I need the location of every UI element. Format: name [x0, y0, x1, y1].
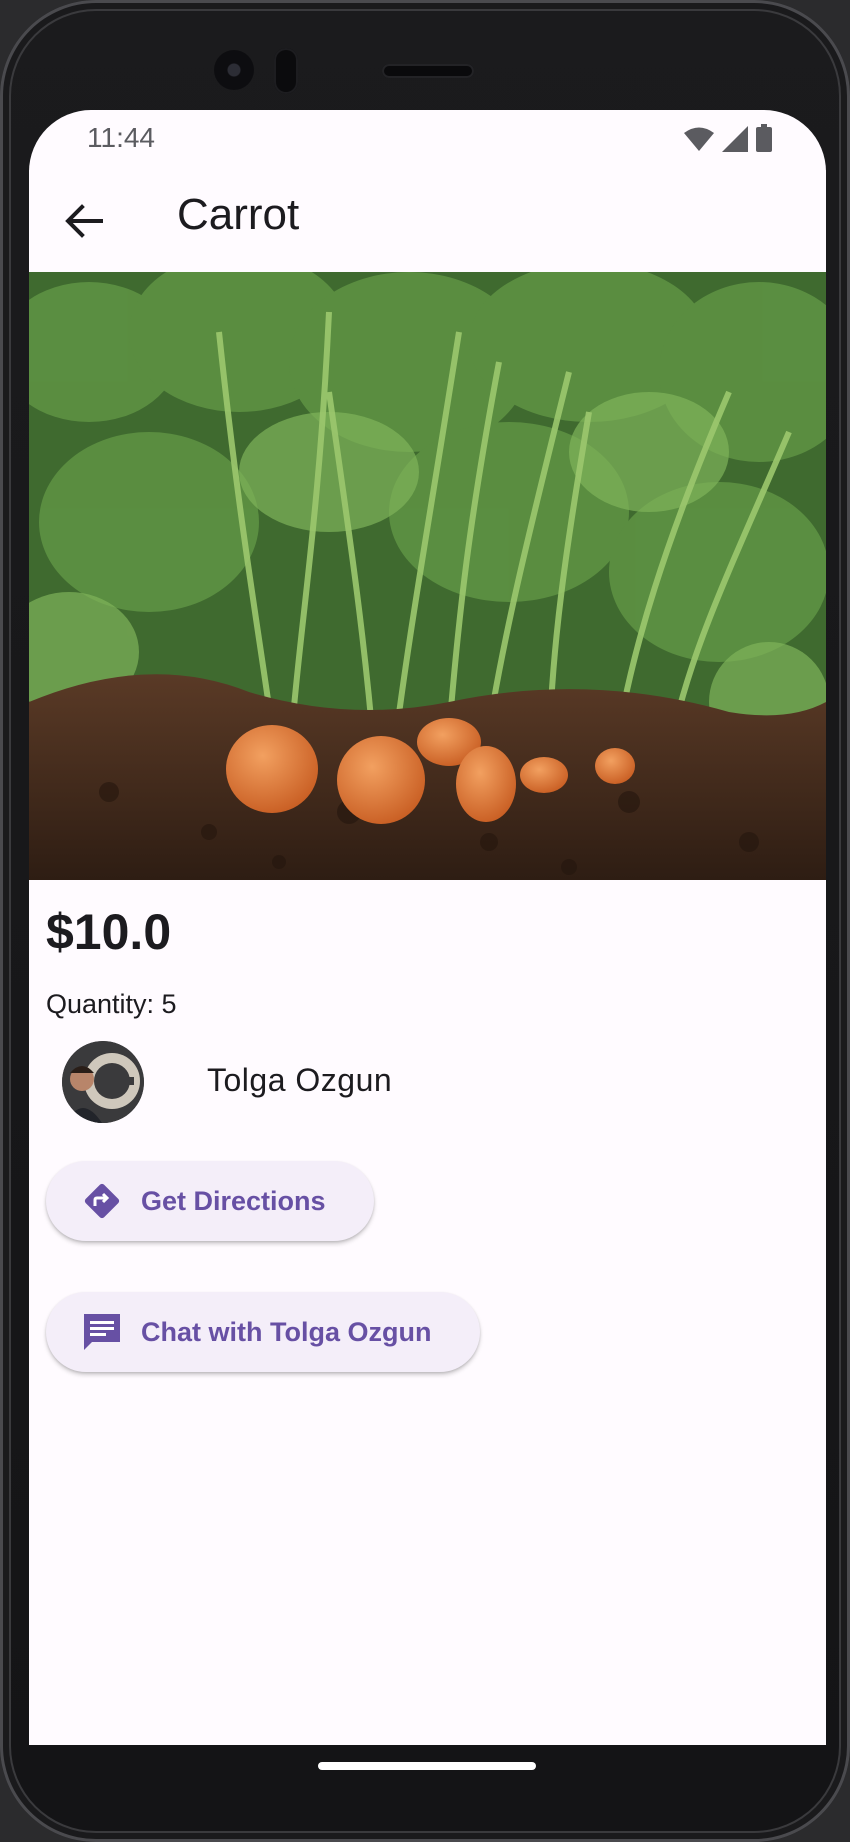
avatar[interactable]: [62, 1041, 144, 1123]
arrow-left-icon: [65, 204, 103, 238]
cell-signal-icon: [722, 126, 748, 152]
phone-frame: 11:44 Carrot $10.0 Quantity: 5 Tolga Ozg…: [0, 0, 850, 1842]
status-icons: [684, 124, 772, 152]
product-quantity: Quantity: 5: [46, 989, 177, 1019]
status-bar: 11:44: [29, 110, 826, 170]
directions-icon: [80, 1179, 124, 1223]
earpiece-speaker: [382, 64, 474, 78]
seller-avatar-image: [62, 1041, 144, 1123]
navigation-bar: [0, 1745, 850, 1842]
back-button[interactable]: [59, 196, 109, 246]
get-directions-button[interactable]: Get Directions: [46, 1161, 374, 1241]
chat-label: Chat with Tolga Ozgun: [141, 1316, 432, 1347]
app-bar: Carrot: [29, 170, 826, 272]
wifi-icon: [684, 127, 714, 151]
front-camera: [214, 50, 254, 90]
get-directions-label: Get Directions: [141, 1185, 326, 1216]
screen: 11:44 Carrot $10.0 Quantity: 5 Tolga Ozg…: [29, 110, 826, 1745]
status-time: 11:44: [87, 122, 155, 153]
chat-button[interactable]: Chat with Tolga Ozgun: [46, 1292, 480, 1372]
page-title: Carrot: [177, 190, 300, 239]
home-indicator[interactable]: [318, 1762, 536, 1770]
seller-row[interactable]: Tolga Ozgun: [62, 1040, 392, 1124]
seller-name: Tolga Ozgun: [207, 1062, 393, 1098]
chat-icon: [80, 1310, 124, 1354]
carrot-photo: [29, 272, 826, 880]
battery-icon: [756, 124, 772, 152]
proximity-sensor: [274, 48, 298, 94]
product-image: [29, 272, 826, 880]
product-price: $10.0: [46, 904, 172, 960]
